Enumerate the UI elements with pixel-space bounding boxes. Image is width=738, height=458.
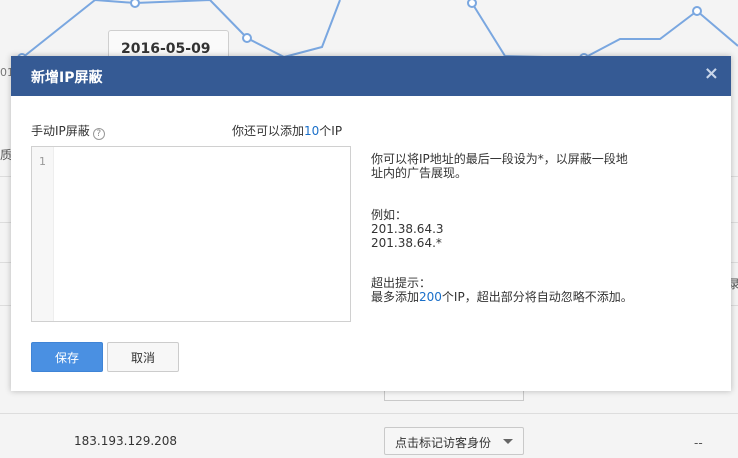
limit-suffix: 个IP，超出部分将自动忽略不添加。 — [441, 290, 633, 304]
example-title: 例如： — [371, 208, 408, 222]
table-row-ip: 183.193.129.208 — [74, 434, 178, 448]
tooltip-date: 2016-05-09 — [121, 41, 211, 57]
limit-text: 最多添加200个IP，超出部分将自动忽略不添加。 — [371, 290, 633, 304]
background-row-divider — [0, 413, 738, 414]
add-ip-block-dialog: 新增IP屏蔽 × 手动IP屏蔽? 你还可以添加10个IP 1 你可以将IP地址的… — [11, 56, 731, 391]
dialog-header: 新增IP屏蔽 × — [11, 56, 731, 96]
ip-list-editor: 1 — [31, 146, 351, 322]
limit-prefix: 最多添加 — [371, 290, 420, 304]
visitor-identity-select-label: 点击标记访客身份 — [395, 436, 492, 450]
manual-ip-block-text: 手动IP屏蔽 — [31, 124, 90, 138]
remaining-count-label: 你还可以添加10个IP — [232, 122, 342, 139]
line-number-gutter: 1 — [32, 147, 54, 321]
chevron-down-icon — [503, 439, 513, 444]
table-row-empty-value: -- — [694, 436, 703, 450]
manual-ip-block-label: 手动IP屏蔽? — [31, 122, 105, 140]
dialog-title: 新增IP屏蔽 — [31, 70, 103, 86]
background-table-area — [0, 392, 738, 458]
remaining-prefix: 你还可以添加 — [232, 124, 305, 138]
help-icon[interactable]: ? — [92, 128, 105, 140]
visitor-identity-select[interactable]: 点击标记访客身份 — [384, 427, 524, 455]
ip-list-input[interactable] — [54, 147, 350, 321]
cancel-button[interactable]: 取消 — [107, 342, 179, 372]
wildcard-hint: 你可以将IP地址的最后一段设为*，以屏蔽一段地 址内的广告展现。 — [371, 152, 628, 180]
remaining-suffix: 个IP — [319, 124, 343, 138]
limit-hint: 超出提示： 最多添加200个IP，超出部分将自动忽略不添加。 — [371, 276, 633, 304]
line-number: 1 — [39, 155, 46, 168]
limit-count: 200 — [419, 290, 442, 304]
save-button[interactable]: 保存 — [31, 342, 103, 372]
remaining-count: 10 — [304, 124, 320, 138]
example-ip-1: 201.38.64.3 — [371, 222, 444, 236]
close-icon[interactable]: × — [704, 64, 719, 84]
example-ip-2: 201.38.64.* — [371, 236, 442, 250]
limit-title: 超出提示： — [371, 276, 432, 290]
wildcard-hint-line1: 你可以将IP地址的最后一段设为*，以屏蔽一段地 — [371, 152, 628, 166]
wildcard-hint-line2: 址内的广告展现。 — [371, 166, 468, 180]
example-hint: 例如： 201.38.64.3 201.38.64.* — [371, 208, 444, 250]
